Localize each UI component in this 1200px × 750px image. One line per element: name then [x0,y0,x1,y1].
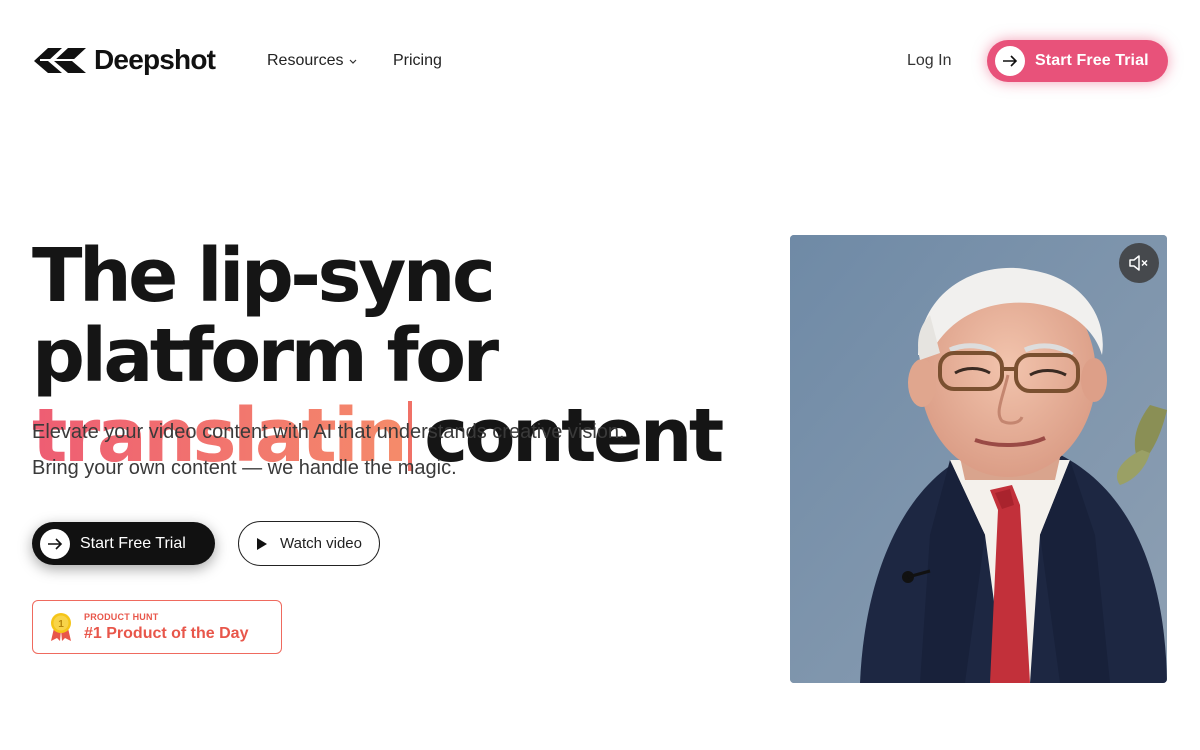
hero-subtext-line-2: Bring your own content — we handle the m… [32,457,457,479]
brand-name: Deepshot [94,44,216,75]
play-icon [257,537,267,550]
speaker-muted-icon [1129,255,1148,271]
nav-resources-label: Resources [267,52,344,69]
header-start-trial-label: Start Free Trial [1035,52,1149,69]
headline-line-1: The lip-sync platform for [32,233,499,399]
hero-video-player[interactable] [790,235,1167,683]
deepshot-logo-icon [34,48,86,73]
brand-logo[interactable]: Deepshot [32,44,216,76]
medal-icon: 1 [51,613,71,641]
hero-subtext: Elevate your video content with AI that … [32,414,672,486]
login-link[interactable]: Log In [907,52,951,70]
top-navbar: Deepshot Resources Pricing Log In Start … [0,0,1200,122]
arrow-right-icon [995,46,1025,76]
nav-resources-dropdown[interactable]: Resources [267,52,358,70]
watch-video-button[interactable]: Watch video [238,521,380,566]
product-hunt-kicker: PRODUCT HUNT [84,611,159,622]
video-frame-image [790,235,1167,683]
product-hunt-badge[interactable]: 1 PRODUCT HUNT #1 Product of the Day [32,600,282,654]
mute-toggle-button[interactable] [1119,243,1159,283]
hero-start-trial-label: Start Free Trial [80,534,186,552]
nav-pricing-link[interactable]: Pricing [393,52,442,70]
hero-start-trial-button[interactable]: Start Free Trial [32,522,215,565]
header-start-trial-button[interactable]: Start Free Trial [987,40,1168,82]
product-hunt-title: #1 Product of the Day [84,624,249,642]
medal-number: 1 [58,619,64,630]
watch-video-label: Watch video [280,535,362,552]
hero-subtext-line-1: Elevate your video content with AI that … [32,421,625,443]
arrow-right-icon [40,528,70,559]
product-hunt-text: PRODUCT HUNT #1 Product of the Day [84,612,248,643]
chevron-down-icon [350,59,357,64]
